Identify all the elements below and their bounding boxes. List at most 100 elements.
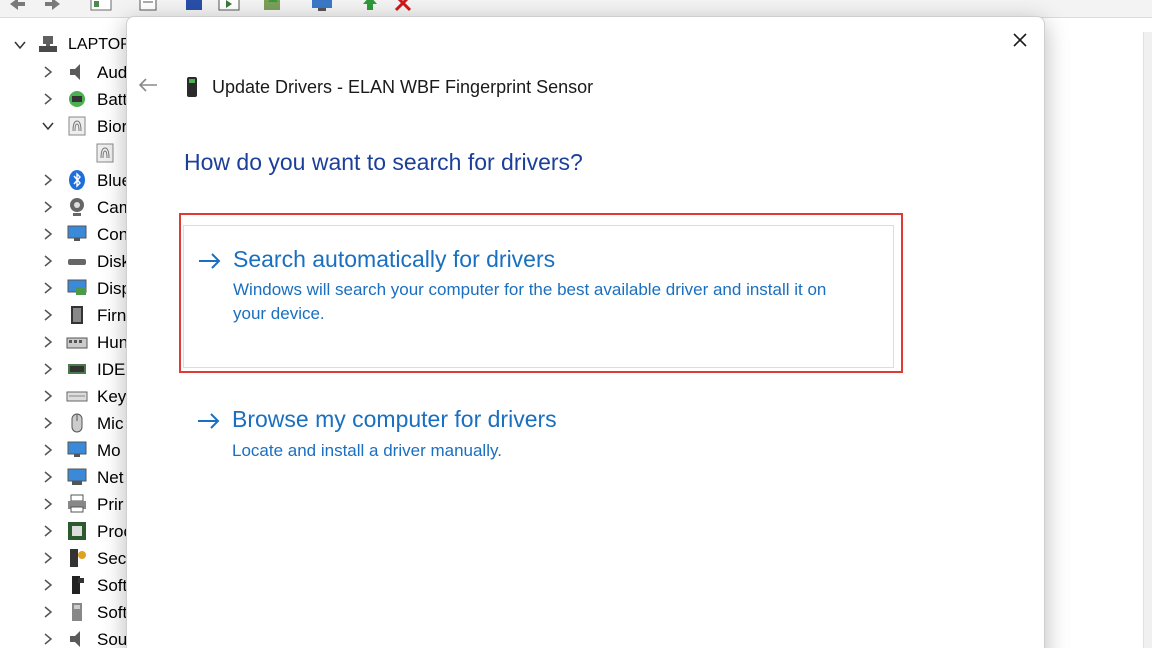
option-description-line-2: your device. [233,304,325,323]
tree-item-label: Net [97,468,124,487]
tree-item[interactable]: Soft [0,599,130,626]
tree-item[interactable]: Disk [0,248,130,275]
dialog-title: Update Drivers - ELAN WBF Fingerprint Se… [212,77,594,97]
tree-item[interactable]: Hun [0,329,130,356]
tree-item-label: Batt [97,90,128,109]
back-arrow-icon [138,78,157,92]
device-tree: LAPTOP Aud Batt Bior Blue Cam Con Disk Disp Firn… [0,32,130,648]
update-driver-icon[interactable] [262,0,280,12]
chevron-right-icon[interactable] [42,92,54,105]
right-arrow-icon [196,412,222,430]
tree-item-label: Key [97,387,127,406]
tree-item-label: Bior [97,117,128,136]
tree-item[interactable]: Disp [0,275,130,302]
tree-item-label: Sou [97,630,128,648]
monitor-icon [66,439,88,461]
option-title: Search automatically for drivers [233,246,556,272]
software-component-icon [66,574,88,596]
disk-drive-icon [66,250,88,272]
chevron-right-icon[interactable] [42,335,54,348]
chevron-right-icon[interactable] [42,497,54,510]
action-pane-icon[interactable] [218,0,240,12]
tree-item[interactable]: Secu [0,545,130,572]
tree-item[interactable]: Aud [0,59,130,86]
tree-root[interactable]: LAPTOP [0,32,130,59]
tree-item-label: Hun [97,333,129,352]
tree-item[interactable]: Prir [0,491,130,518]
properties-icon[interactable] [138,0,157,12]
chevron-down-icon[interactable] [14,38,26,50]
option-description: Windows will search your computer for th… [233,278,883,326]
details-pane [1043,32,1143,648]
chevron-down-icon[interactable] [42,119,54,131]
chevron-right-icon[interactable] [42,254,54,267]
option-title: Browse my computer for drivers [232,406,557,432]
show-hide-tree-icon[interactable] [90,0,112,12]
display-adapter-icon [66,277,88,299]
chevron-right-icon[interactable] [42,416,54,429]
tree-item[interactable]: Blue [0,167,130,194]
chevron-right-icon[interactable] [42,173,54,186]
forward-arrow-icon[interactable] [44,0,62,12]
processor-icon [66,520,88,542]
chevron-right-icon[interactable] [42,524,54,537]
tree-item-label: Soft [97,603,128,622]
back-button[interactable] [137,75,161,95]
tree-item[interactable]: Soft [0,572,130,599]
tree-item[interactable]: Con [0,221,130,248]
chevron-right-icon[interactable] [42,578,54,591]
scan-hardware-icon[interactable] [310,0,332,12]
tree-item[interactable]: Mo [0,437,130,464]
tree-item-label: Mic [97,414,124,433]
vertical-scrollbar[interactable] [1143,32,1152,648]
speaker-icon [66,61,88,83]
chevron-right-icon[interactable] [42,362,54,375]
help-icon[interactable] [184,0,202,12]
update-drivers-dialog: Update Drivers - ELAN WBF Fingerprint Se… [126,16,1045,648]
tree-item[interactable]: Key [0,383,130,410]
search-automatically-option[interactable]: Search automatically for drivers Windows… [183,225,894,368]
back-arrow-icon[interactable] [8,0,26,12]
speaker-icon [66,628,88,648]
tree-item-label: Mo [97,441,121,460]
add-driver-icon[interactable] [360,0,378,12]
tree-item[interactable]: Cam [0,194,130,221]
tree-item[interactable]: Sou [0,626,130,648]
chevron-right-icon[interactable] [42,389,54,402]
ide-controller-icon [66,358,88,380]
tree-item[interactable]: Firn [0,302,130,329]
browse-computer-option[interactable]: Browse my computer for drivers Locate an… [183,402,894,472]
chevron-right-icon[interactable] [42,308,54,321]
network-icon [66,466,88,488]
chevron-right-icon[interactable] [42,551,54,564]
close-button[interactable] [1007,27,1033,53]
chevron-right-icon[interactable] [42,281,54,294]
chevron-right-icon[interactable] [42,443,54,456]
uninstall-x-icon[interactable] [393,0,412,12]
firmware-icon [66,304,88,326]
tree-root-label: LAPTOP [68,36,130,53]
tree-item[interactable]: IDE [0,356,130,383]
chevron-right-icon[interactable] [42,227,54,240]
keyboard-hid-icon [66,331,88,353]
tree-item[interactable]: Batt [0,86,130,113]
chevron-right-icon[interactable] [42,605,54,618]
security-icon [66,547,88,569]
fingerprint-icon [66,115,88,137]
tree-item[interactable]: Proc [0,518,130,545]
chevron-right-icon[interactable] [42,470,54,483]
tree-item-label: IDE [97,360,126,379]
chevron-right-icon[interactable] [42,632,54,645]
chevron-right-icon[interactable] [42,200,54,213]
tree-item[interactable]: Mic [0,410,130,437]
close-icon [1013,33,1027,47]
bluetooth-icon [66,169,88,191]
tree-item[interactable]: Bior [0,113,130,140]
tree-item[interactable] [0,140,130,167]
computer-icon [37,34,59,56]
tree-item-label: Aud [97,63,128,82]
chevron-right-icon[interactable] [42,65,54,78]
tree-item[interactable]: Net [0,464,130,491]
tree-item-label: Firn [97,306,127,325]
option-description: Locate and install a driver manually. [232,441,502,460]
